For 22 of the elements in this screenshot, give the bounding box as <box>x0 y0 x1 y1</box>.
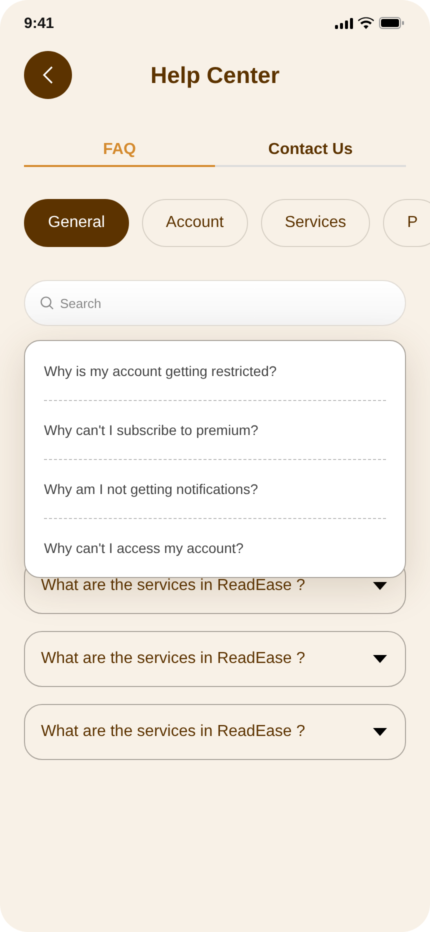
category-chip[interactable]: Services <box>260 199 370 247</box>
dropdown-icon <box>373 655 387 663</box>
suggestion-item[interactable]: Why am I not getting notifications? <box>44 459 386 518</box>
category-chip[interactable]: General <box>24 199 129 247</box>
suggestion-item[interactable]: Why can't I access my account? <box>44 518 386 577</box>
category-chip[interactable]: Account <box>142 199 248 247</box>
suggestion-item[interactable]: Why can't I subscribe to premium? <box>44 400 386 459</box>
back-icon <box>43 66 53 84</box>
category-chip[interactable]: P <box>383 199 430 247</box>
faq-item[interactable]: What are the services in ReadEase ? <box>24 704 406 760</box>
dropdown-icon <box>373 582 387 590</box>
status-time: 9:41 <box>24 14 54 32</box>
back-button[interactable] <box>24 51 72 99</box>
tab[interactable]: Contact Us <box>215 137 406 167</box>
faq-item[interactable]: What are the services in ReadEase ? <box>24 631 406 687</box>
wifi-icon <box>358 17 374 29</box>
search-icon <box>40 296 54 310</box>
suggestion-item[interactable]: Why is my account getting restricted? <box>44 341 386 400</box>
battery-icon <box>379 17 404 29</box>
signal-icon <box>335 18 353 28</box>
dropdown-icon <box>373 728 387 736</box>
page-title: Help Center <box>150 62 280 88</box>
